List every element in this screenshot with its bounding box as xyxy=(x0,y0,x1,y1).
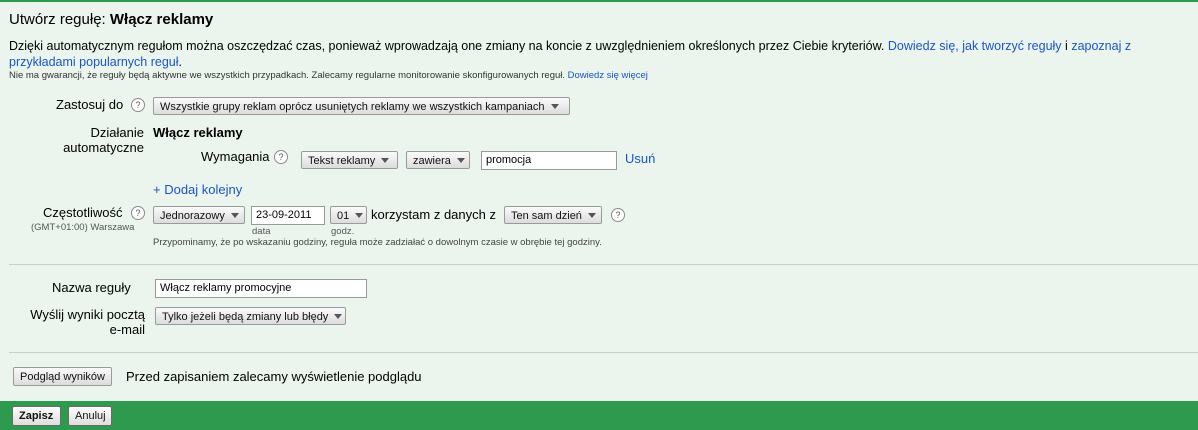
divider xyxy=(9,352,1198,353)
learn-rules-link[interactable]: Dowiedz się, jak tworzyć reguły xyxy=(888,39,1062,53)
email-results-value: Tylko jeżeli będą zmiany lub błędy xyxy=(162,311,329,323)
requirement-operator-dropdown[interactable]: zawiera xyxy=(406,151,470,169)
save-button[interactable]: Zapisz xyxy=(12,406,61,426)
rule-name-label: Nazwa reguły xyxy=(52,280,131,295)
requirement-operator-value: zawiera xyxy=(413,155,451,167)
email-label-line1: Wyślij wyniki pocztą xyxy=(30,307,145,322)
warranty-note-text: Nie ma gwarancji, że reguły będą aktywne… xyxy=(9,70,566,81)
add-requirement-link[interactable]: + Dodaj kolejny xyxy=(153,182,242,197)
data-source-text: korzystam z danych z xyxy=(371,207,496,222)
chevron-down-icon xyxy=(456,158,465,163)
footer-bar: Zapisz Anuluj xyxy=(0,401,1198,430)
requirements-label: Wymagania xyxy=(201,149,270,164)
frequency-value: Jednorazowy xyxy=(160,210,225,222)
learn-more-link[interactable]: Dowiedz się więcej xyxy=(568,70,648,81)
description-tail: . xyxy=(178,55,183,69)
chevron-down-icon xyxy=(355,213,364,218)
requirement-value-input[interactable]: promocja xyxy=(481,151,617,170)
title-prefix: Utwórz regułę: xyxy=(9,11,106,28)
hour-caption: godz. xyxy=(331,226,355,237)
email-results-dropdown[interactable]: Tylko jeżeli będą zmiany lub błędy xyxy=(155,307,346,325)
apply-to-label: Zastosuj do xyxy=(56,97,124,112)
action-value: Włącz reklamy xyxy=(153,125,243,140)
chevron-down-icon xyxy=(550,104,559,109)
hour-dropdown[interactable]: 01 xyxy=(330,206,367,224)
description-text: Dzięki automatycznym regułom można oszcz… xyxy=(9,39,885,53)
email-label-line2: e-mail xyxy=(109,322,145,337)
warranty-note: Nie ma gwarancji, że reguły będą aktywne… xyxy=(9,70,648,81)
remove-requirement-link[interactable]: Usuń xyxy=(625,151,655,166)
help-icon[interactable]: ? xyxy=(611,208,625,222)
hour-value: 01 xyxy=(337,210,350,222)
help-icon[interactable]: ? xyxy=(131,98,145,112)
frequency-dropdown[interactable]: Jednorazowy xyxy=(153,206,245,224)
data-range-value: Ten sam dzień xyxy=(511,210,582,222)
preview-hint: Przed zapisaniem zalecamy wyświetlenie p… xyxy=(126,369,422,384)
rule-name-input[interactable]: Włącz reklamy promocyjne xyxy=(155,279,367,298)
email-label: Wyślij wyniki pocztą e-mail xyxy=(26,307,145,337)
help-icon[interactable]: ? xyxy=(131,206,145,220)
action-label: Działanie automatyczne xyxy=(60,125,144,155)
requirement-field-value: Tekst reklamy xyxy=(308,155,376,167)
description-connector: i xyxy=(1065,39,1068,53)
help-icon[interactable]: ? xyxy=(274,150,288,164)
action-label-line2: automatyczne xyxy=(63,140,144,155)
date-input[interactable]: 23-09-2011 xyxy=(251,206,325,225)
preview-results-button[interactable]: Podgląd wyników xyxy=(13,367,112,386)
requirement-field-dropdown[interactable]: Tekst reklamy xyxy=(301,151,398,169)
cancel-button[interactable]: Anuluj xyxy=(68,406,112,426)
apply-to-value: Wszystkie grupy reklam oprócz usuniętych… xyxy=(160,101,545,113)
hour-reminder: Przypominamy, że po wskazaniu godziny, r… xyxy=(153,237,602,248)
action-label-line1: Działanie xyxy=(90,125,144,140)
data-range-dropdown[interactable]: Ten sam dzień xyxy=(504,206,602,224)
divider xyxy=(9,264,1198,265)
frequency-label: Częstotliwość xyxy=(43,205,123,220)
date-caption: data xyxy=(252,226,271,237)
description: Dzięki automatycznym regułom można oszcz… xyxy=(9,38,1195,70)
page-title: Utwórz regułę: Włącz reklamy xyxy=(9,11,213,28)
apply-to-dropdown[interactable]: Wszystkie grupy reklam oprócz usuniętych… xyxy=(153,97,570,115)
chevron-down-icon xyxy=(230,213,239,218)
top-border xyxy=(0,0,1198,2)
chevron-down-icon xyxy=(587,213,596,218)
timezone-label: (GMT+01:00) Warszawa xyxy=(31,222,135,233)
title-rule-type: Włącz reklamy xyxy=(109,11,214,28)
chevron-down-icon xyxy=(334,314,343,319)
chevron-down-icon xyxy=(381,158,390,163)
